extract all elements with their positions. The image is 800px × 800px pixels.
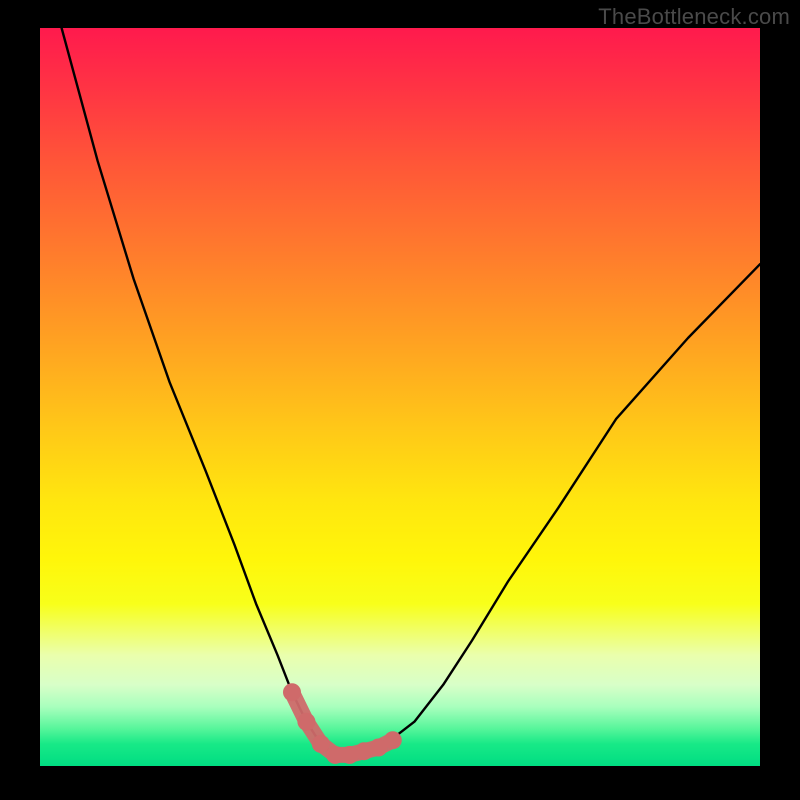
plot-area (40, 28, 760, 766)
attribution-watermark: TheBottleneck.com (598, 4, 790, 30)
bottleneck-curve (62, 28, 760, 755)
chart-svg (40, 28, 760, 766)
marker-dot (297, 713, 315, 731)
chart-frame: TheBottleneck.com (0, 0, 800, 800)
marker-dot (283, 683, 301, 701)
marker-dot (312, 735, 330, 753)
marker-dot (384, 731, 402, 749)
